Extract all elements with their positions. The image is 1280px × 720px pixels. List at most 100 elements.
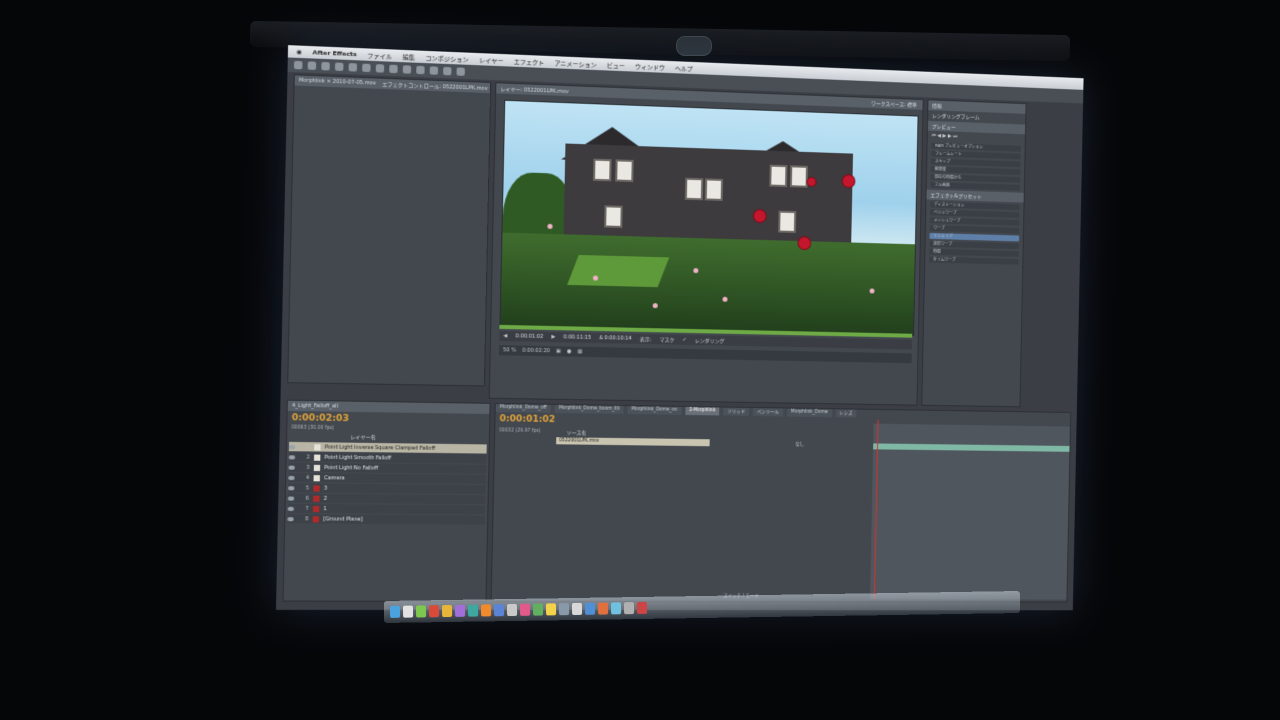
dock-app-icon[interactable] — [610, 602, 622, 615]
label-color-swatch[interactable] — [312, 505, 320, 512]
layer-row[interactable]: 7 1 — [287, 503, 486, 515]
eye-icon[interactable] — [288, 454, 296, 459]
zoom-tool-icon[interactable] — [321, 61, 330, 71]
stamp-tool-icon[interactable] — [429, 66, 439, 75]
layer-name[interactable]: 3 — [324, 485, 327, 491]
rotate-tool-icon[interactable] — [334, 62, 344, 72]
eye-icon[interactable] — [288, 475, 295, 480]
rectangle-tool-icon[interactable] — [375, 64, 385, 73]
grid-icon[interactable]: ▦ — [577, 349, 582, 355]
current-time-display[interactable]: 0:00:02:20 — [522, 348, 550, 355]
layer-name[interactable]: 1 — [323, 506, 326, 512]
source-layer-row[interactable]: 0522001LPK.mov — [556, 437, 710, 447]
dock-app-icon[interactable] — [597, 602, 609, 615]
source-name-header[interactable]: ソース名 — [566, 429, 586, 436]
menu-effect[interactable]: エフェクト — [514, 56, 545, 66]
dock-app-icon[interactable] — [467, 604, 479, 617]
effect-item[interactable]: タイムワープ — [929, 256, 1019, 265]
layer-viewer[interactable] — [499, 99, 919, 336]
layer-row[interactable]: 8 [Ground Plane] — [287, 514, 486, 525]
timeline-tab[interactable]: レンズ — [835, 409, 857, 418]
menu-window[interactable]: ウィンドウ — [635, 61, 665, 71]
menu-file[interactable]: ファイル — [367, 50, 392, 60]
out-timecode[interactable]: 0:00:11:15 — [563, 334, 591, 341]
first-frame-icon[interactable]: ⏮ — [932, 133, 936, 139]
camera-tool-icon[interactable] — [348, 63, 358, 72]
eye-icon[interactable] — [287, 495, 295, 501]
pen-tool-icon[interactable] — [389, 64, 398, 74]
effect-category[interactable]: 時間 — [929, 248, 1019, 258]
puppet-tool-icon[interactable] — [456, 67, 465, 76]
hand-tool-icon[interactable] — [307, 61, 317, 70]
next-frame-icon[interactable]: ▶ — [948, 133, 952, 139]
layer-name[interactable]: Point Light Inverse Square Clamped Fallo… — [325, 444, 435, 452]
dock-app-icon[interactable] — [545, 603, 557, 616]
menu-composition[interactable]: コンポジション — [425, 52, 469, 63]
out-point-icon[interactable]: ▶ — [551, 334, 555, 340]
eye-icon[interactable] — [288, 485, 295, 490]
project-tab[interactable]: Morphlink × 2010-07-05.mov — [299, 77, 376, 86]
layer-row[interactable]: 5 3 — [288, 483, 486, 495]
timeline-tab[interactable]: Morphlink_Dome_off — [495, 403, 551, 413]
selection-tool-icon[interactable] — [293, 60, 303, 70]
effect-item[interactable]: ワープ — [929, 225, 1020, 234]
channel-icon[interactable]: ● — [567, 349, 572, 355]
layer-name[interactable]: [Ground Plane] — [323, 516, 363, 522]
dock-app-icon[interactable] — [389, 605, 401, 618]
eye-icon[interactable] — [288, 465, 295, 470]
eye-icon[interactable] — [288, 444, 296, 449]
label-color-swatch[interactable] — [313, 474, 320, 481]
effects-presets-tab[interactable]: エフェクト&プリセット — [926, 189, 1024, 203]
workspace-selector[interactable]: ワークスペース: 標準 — [871, 99, 917, 108]
timeline-tab[interactable]: ソリッド — [723, 407, 750, 416]
dock-app-icon[interactable] — [441, 604, 453, 618]
in-timecode[interactable]: 0:00:01:02 — [515, 333, 543, 340]
dock-app-icon[interactable] — [506, 603, 518, 617]
layer-name[interactable]: 2 — [324, 495, 327, 501]
dock-app-icon[interactable] — [428, 605, 440, 618]
dock-app-icon[interactable] — [636, 601, 648, 615]
effect-controls-tab[interactable]: エフェクトコントロール: 0522001LPK.mov — [382, 80, 488, 91]
in-point-icon[interactable]: ◀ — [503, 333, 507, 339]
menu-edit[interactable]: 編集 — [403, 51, 416, 61]
render-checkbox[interactable]: ✓ — [682, 337, 686, 343]
play-icon[interactable]: ▶ — [943, 133, 947, 139]
timeline-tab[interactable]: Morphlink_Dome_boom_Illi — [554, 404, 624, 414]
menu-layer[interactable]: レイヤー — [479, 55, 504, 65]
dock-app-icon[interactable] — [519, 603, 531, 616]
label-color-swatch[interactable] — [313, 495, 320, 502]
view-dropdown[interactable]: マスク — [659, 336, 674, 343]
text-tool-icon[interactable] — [402, 65, 412, 74]
snapshot-icon[interactable]: ▣ — [556, 348, 561, 354]
dock-app-icon[interactable] — [454, 604, 466, 617]
timeline-tab[interactable]: Morphlink_Dome — [786, 408, 832, 418]
eye-icon[interactable] — [287, 516, 294, 521]
app-name[interactable]: After Effects — [312, 49, 356, 58]
dock-app-icon[interactable] — [571, 602, 583, 616]
layer-viewer-tab[interactable]: レイヤー: 0522001LPK.mov — [500, 85, 568, 95]
apple-icon[interactable]: ◉ — [296, 48, 302, 55]
menu-animation[interactable]: アニメーション — [554, 58, 596, 69]
timeline-tab[interactable]: ペンツール — [752, 407, 784, 417]
dock-app-icon[interactable] — [558, 603, 570, 616]
menu-view[interactable]: ビュー — [607, 60, 625, 70]
effect-item-selected[interactable]: リシェイプ — [929, 232, 1020, 242]
dock-app-icon[interactable] — [623, 602, 635, 615]
label-color-swatch[interactable] — [313, 484, 320, 492]
dock-app-icon[interactable] — [402, 605, 414, 618]
timeline-tab-active[interactable]: 2-Morphlink — [685, 406, 720, 416]
zoom-dropdown[interactable]: 50 % — [503, 347, 516, 353]
label-color-swatch[interactable] — [312, 515, 320, 522]
layer-name[interactable]: Point Light No Falloff — [324, 464, 378, 471]
pan-behind-tool-icon[interactable] — [362, 63, 371, 73]
brush-tool-icon[interactable] — [416, 65, 425, 75]
layer-name[interactable]: Point Light Smooth Falloff — [324, 454, 391, 461]
parent-dropdown[interactable]: なし — [795, 441, 804, 447]
dock-app-icon[interactable] — [415, 605, 427, 618]
timeline-tab[interactable]: Morphlink_Dome_on — [627, 406, 682, 415]
layer-row[interactable]: 4 Camera — [288, 472, 487, 485]
dock-app-icon[interactable] — [493, 604, 505, 617]
eye-icon[interactable] — [287, 506, 295, 511]
dock-app-icon[interactable] — [584, 602, 596, 615]
layer-name[interactable]: Camera — [324, 475, 345, 481]
